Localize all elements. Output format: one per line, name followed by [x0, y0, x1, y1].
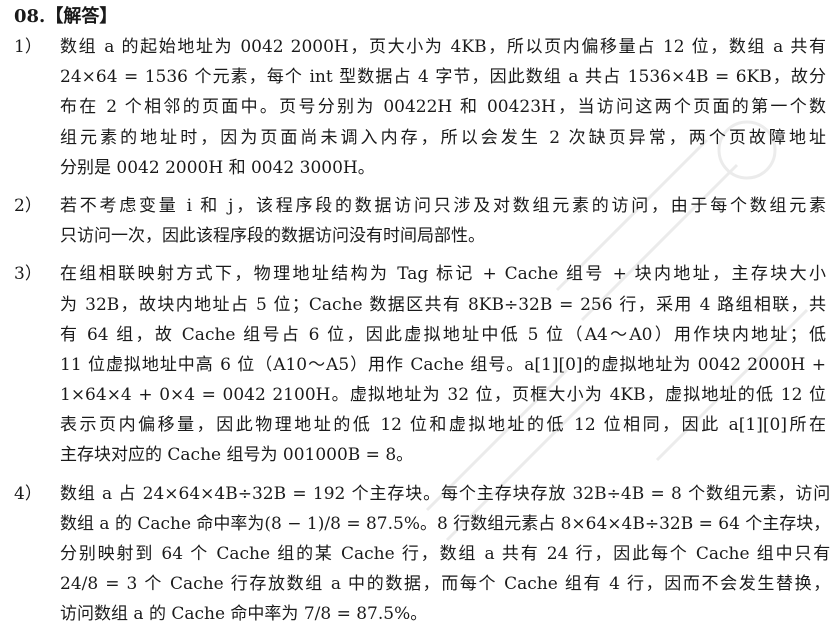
text-line: 布在 2 个相邻的页面中。页号分别为 00422H 和 00423H，当访问这两…: [60, 97, 826, 118]
answer-title: 08.【解答】: [14, 6, 118, 27]
text-line: 有 64 组，故 Cache 组号占 6 位，因此虚拟地址中低 5 位（A4～A…: [60, 324, 826, 345]
answer-document: 08.【解答】 1） 数组 a 的起始地址为 0042 2000H，页大小为 4…: [14, 4, 830, 638]
text-line: 表示页内偏移量，因此物理地址的低 12 位和虚拟地址的低 12 位相同，因此 a…: [60, 415, 826, 436]
text-line: 数组 a 的 Cache 命中率为(8 − 1)/8 = 87.5%。8 行数组…: [60, 513, 831, 534]
answer-item-3: 3） 在组相联映射方式下，物理地址结构为 Tag 标记 + Cache 组号 +…: [14, 259, 826, 470]
text-line: 24×64 = 1536 个元素，每个 int 型数据占 4 字节，因此数组 a…: [60, 67, 826, 88]
text-line: 1×64×4 + 0×4 = 0042 2100H。虚拟地址为 32 位，页框大…: [60, 385, 826, 406]
text-line: 组元素的地址时，因为页面尚未调入内存，所以会发生 2 次缺页异常，两个页故障地址: [60, 127, 826, 148]
text-line: 主存块对应的 Cache 组号为 001000B = 8。: [60, 445, 414, 466]
text-line: 只访问一次，因此该程序段的数据访问没有时间局部性。: [60, 226, 485, 247]
text-line: 分别是 0042 2000H 和 0042 3000H。: [60, 157, 375, 178]
item-number: 3）: [14, 264, 42, 285]
answer-item-1: 1） 数组 a 的起始地址为 0042 2000H，页大小为 4KB，所以页内偏…: [14, 32, 826, 183]
text-line: 访问数组 a 的 Cache 命中率为 7/8 = 87.5%。: [60, 604, 428, 625]
text-line: 11 位虚拟地址中高 6 位（A10～A5）用作 Cache 组号。a[1][0…: [60, 354, 826, 375]
text-line: 数组 a 占 24×64×4B÷32B = 192 个主存块。每个主存块存放 3…: [60, 483, 831, 504]
item-number: 2）: [14, 195, 42, 216]
text-line: 为 32B，故块内地址占 5 位；Cache 数据区共有 8KB÷32B = 2…: [60, 294, 826, 315]
answer-item-4: 4） 数组 a 占 24×64×4B÷32B = 192 个主存块。每个主存块存…: [14, 479, 830, 630]
answer-item-2: 2） 若不考虑变量 i 和 j，该程序段的数据访问只涉及对数组元素的访问，由于每…: [14, 191, 826, 251]
text-line: 在组相联映射方式下，物理地址结构为 Tag 标记 + Cache 组号 + 块内…: [60, 264, 826, 285]
text-line: 数组 a 的起始地址为 0042 2000H，页大小为 4KB，所以页内偏移量占…: [60, 37, 826, 57]
text-line: 分别映射到 64 个 Cache 组的某 Cache 行，数组 a 共有 24 …: [60, 544, 831, 564]
text-line: 24/8 = 3 个 Cache 行存放数组 a 中的数据，而每个 Cache …: [60, 574, 831, 595]
item-number: 4）: [14, 483, 42, 504]
item-number: 1）: [14, 37, 42, 57]
text-line: 若不考虑变量 i 和 j，该程序段的数据访问只涉及对数组元素的访问，由于每个数组…: [60, 195, 826, 216]
